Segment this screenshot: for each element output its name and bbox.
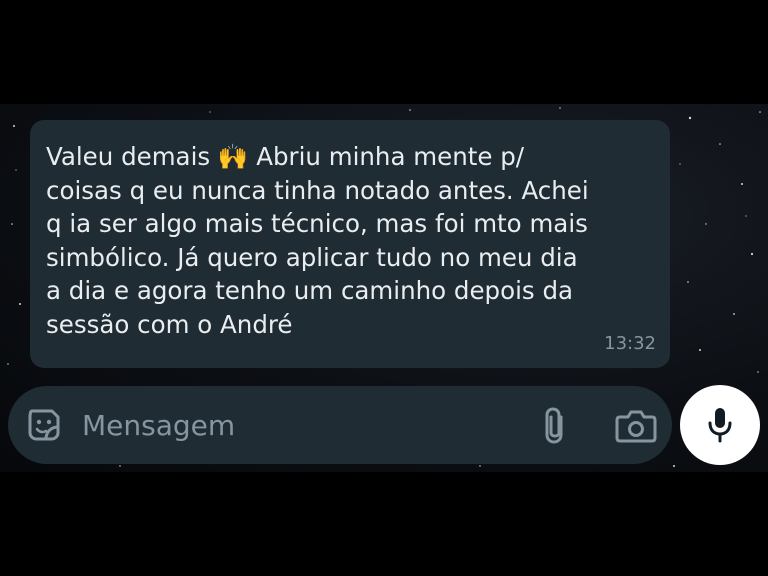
voice-record-button[interactable] — [680, 385, 760, 465]
camera-icon[interactable] — [614, 405, 658, 445]
message-timestamp: 13:32 — [604, 333, 656, 354]
message-input[interactable] — [82, 403, 512, 447]
message-bubble[interactable]: Valeu demais 🙌 Abriu minha mente p/ cois… — [30, 120, 670, 368]
microphone-icon — [708, 408, 732, 443]
chat-area: Valeu demais 🙌 Abriu minha mente p/ cois… — [0, 104, 768, 472]
paperclip-icon[interactable] — [540, 405, 572, 445]
screenshot-frame: Valeu demais 🙌 Abriu minha mente p/ cois… — [0, 0, 768, 576]
message-text: Valeu demais 🙌 Abriu minha mente p/ cois… — [46, 142, 589, 339]
message-composer — [8, 386, 672, 464]
sticker-icon[interactable] — [24, 405, 64, 445]
